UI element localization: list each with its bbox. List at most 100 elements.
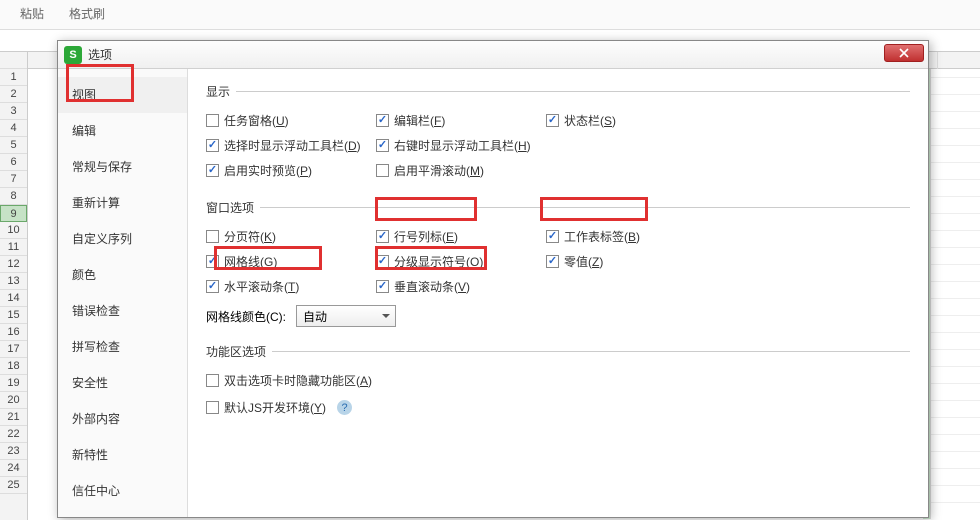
ribbon-item[interactable]: 格式刷 — [69, 5, 105, 22]
sidebar-item[interactable]: 信任中心 — [58, 473, 187, 509]
checkbox-option[interactable]: 默认JS开发环境(Y)? — [206, 399, 910, 416]
row-header[interactable]: 14 — [0, 290, 27, 307]
checkbox-label: 状态栏(S) — [564, 112, 616, 129]
checkbox-option[interactable]: 工作表标签(B) — [546, 228, 716, 245]
checkbox-option[interactable]: 分页符(K) — [206, 228, 376, 245]
checkbox-option[interactable]: 网格线(G) — [206, 253, 376, 270]
section-window: 窗口选项 分页符(K) 行号列标(E) 工作表标签(B) 网格线(G)分级显示符号(O… — [206, 199, 910, 331]
close-icon — [899, 48, 909, 58]
checkbox-icon[interactable] — [376, 114, 389, 127]
row-header[interactable]: 2 — [0, 86, 27, 103]
app-logo-icon: S — [64, 46, 82, 64]
checkbox-option[interactable]: 双击选项卡时隐藏功能区(A) — [206, 372, 910, 389]
dialog-titlebar[interactable]: S 选项 — [58, 41, 928, 69]
checkbox-option[interactable]: 行号列标(E) — [376, 228, 546, 245]
dialog-title: 选项 — [88, 46, 112, 63]
checkbox-option[interactable]: 任务窗格(U) — [206, 112, 376, 129]
checkbox-option[interactable]: 水平滚动条(T) — [206, 278, 376, 295]
row-header[interactable]: 25 — [0, 477, 27, 494]
row-header[interactable]: 24 — [0, 460, 27, 477]
checkbox-icon[interactable] — [206, 139, 219, 152]
section-legend: 窗口选项 — [206, 199, 260, 216]
row-header[interactable]: 22 — [0, 426, 27, 443]
row-header[interactable]: 21 — [0, 409, 27, 426]
sidebar-item[interactable]: 外部内容 — [58, 401, 187, 437]
row-header[interactable]: 6 — [0, 154, 27, 171]
checkbox-icon[interactable] — [376, 139, 389, 152]
sidebar-item[interactable]: 自定义序列 — [58, 221, 187, 257]
section-ribbon-area: 功能区选项 双击选项卡时隐藏功能区(A) 默认JS开发环境(Y)? — [206, 343, 910, 424]
checkbox-icon[interactable] — [376, 164, 389, 177]
row-header[interactable]: 3 — [0, 103, 27, 120]
row-header[interactable]: 8 — [0, 188, 27, 205]
checkbox-icon[interactable] — [206, 374, 219, 387]
row-header[interactable]: 20 — [0, 392, 27, 409]
checkbox-icon[interactable] — [546, 114, 559, 127]
options-dialog: S 选项 视图编辑常规与保存重新计算自定义序列颜色错误检查拼写检查安全性外部内容… — [57, 40, 929, 518]
checkbox-label: 启用实时预览(P) — [224, 162, 312, 179]
grid-column[interactable] — [930, 69, 980, 519]
row-header[interactable]: 23 — [0, 443, 27, 460]
row-header[interactable]: 12 — [0, 256, 27, 273]
checkbox-option[interactable]: 分级显示符号(O) — [376, 253, 546, 270]
checkbox-icon[interactable] — [206, 401, 219, 414]
sidebar-item[interactable]: 新特性 — [58, 437, 187, 473]
checkbox-icon[interactable] — [206, 230, 219, 243]
checkbox-option[interactable]: 选择时显示浮动工具栏(D) — [206, 137, 376, 154]
checkbox-icon[interactable] — [206, 280, 219, 293]
row-header[interactable]: 15 — [0, 307, 27, 324]
checkbox-option[interactable]: 启用实时预览(P) — [206, 162, 376, 179]
gridcolor-label: 网格线颜色(C): — [206, 308, 286, 325]
checkbox-icon[interactable] — [206, 255, 219, 268]
close-button[interactable] — [884, 44, 924, 62]
row-header[interactable]: 1 — [0, 69, 27, 86]
checkbox-option[interactable]: 编辑栏(F) — [376, 112, 546, 129]
row-header[interactable]: 4 — [0, 120, 27, 137]
sidebar-item[interactable]: 常规与保存 — [58, 149, 187, 185]
row-header[interactable]: 17 — [0, 341, 27, 358]
checkbox-icon[interactable] — [546, 255, 559, 268]
checkbox-icon[interactable] — [546, 230, 559, 243]
sidebar-item[interactable]: 拼写检查 — [58, 329, 187, 365]
row-headers: 1 2 3 4 5 6 7 8 9 10 11 12 13 14 15 16 1… — [0, 52, 28, 520]
sidebar-item[interactable]: 视图 — [58, 77, 187, 113]
checkbox-label: 工作表标签(B) — [564, 228, 640, 245]
row-header[interactable]: 13 — [0, 273, 27, 290]
row-header[interactable]: 11 — [0, 239, 27, 256]
sidebar-item[interactable]: 编辑 — [58, 113, 187, 149]
sidebar-item[interactable]: 重新计算 — [58, 185, 187, 221]
sidebar-item[interactable]: 颜色 — [58, 257, 187, 293]
row-header[interactable]: 7 — [0, 171, 27, 188]
row-header-selected[interactable]: 9 — [0, 205, 27, 222]
ribbon: 粘贴 格式刷 — [0, 0, 980, 30]
checkbox-label: 分页符(K) — [224, 228, 276, 245]
checkbox-option[interactable]: 状态栏(S) — [546, 112, 716, 129]
gridcolor-dropdown[interactable]: 自动 — [296, 305, 396, 327]
section-legend: 功能区选项 — [206, 343, 272, 360]
checkbox-icon[interactable] — [206, 164, 219, 177]
sidebar-item[interactable]: 自定义功能区 — [58, 509, 187, 517]
ribbon-items: 粘贴 格式刷 — [0, 0, 980, 27]
checkbox-icon[interactable] — [376, 230, 389, 243]
row-header[interactable]: 16 — [0, 324, 27, 341]
checkbox-label: 选择时显示浮动工具栏(D) — [224, 137, 361, 154]
row-header[interactable]: 10 — [0, 222, 27, 239]
checkbox-icon[interactable] — [206, 114, 219, 127]
sidebar-item[interactable]: 安全性 — [58, 365, 187, 401]
checkbox-option[interactable]: 启用平滑滚动(M) — [376, 162, 546, 179]
checkbox-label: 行号列标(E) — [394, 228, 458, 245]
ribbon-item[interactable]: 粘贴 — [20, 5, 44, 22]
checkbox-label: 右键时显示浮动工具栏(H) — [394, 137, 531, 154]
help-icon[interactable]: ? — [337, 400, 352, 415]
row-header[interactable]: 19 — [0, 375, 27, 392]
row-header[interactable]: 5 — [0, 137, 27, 154]
checkbox-option[interactable]: 零值(Z) — [546, 253, 716, 270]
checkbox-icon[interactable] — [376, 280, 389, 293]
checkbox-option[interactable]: 右键时显示浮动工具栏(H) — [376, 137, 546, 154]
sidebar-item[interactable]: 错误检查 — [58, 293, 187, 329]
row-header[interactable]: 18 — [0, 358, 27, 375]
content-panel: 显示 任务窗格(U)编辑栏(F)状态栏(S)选择时显示浮动工具栏(D)右键时显示… — [188, 69, 928, 517]
checkbox-label: 启用平滑滚动(M) — [394, 162, 484, 179]
checkbox-icon[interactable] — [376, 255, 389, 268]
checkbox-option[interactable]: 垂直滚动条(V) — [376, 278, 546, 295]
